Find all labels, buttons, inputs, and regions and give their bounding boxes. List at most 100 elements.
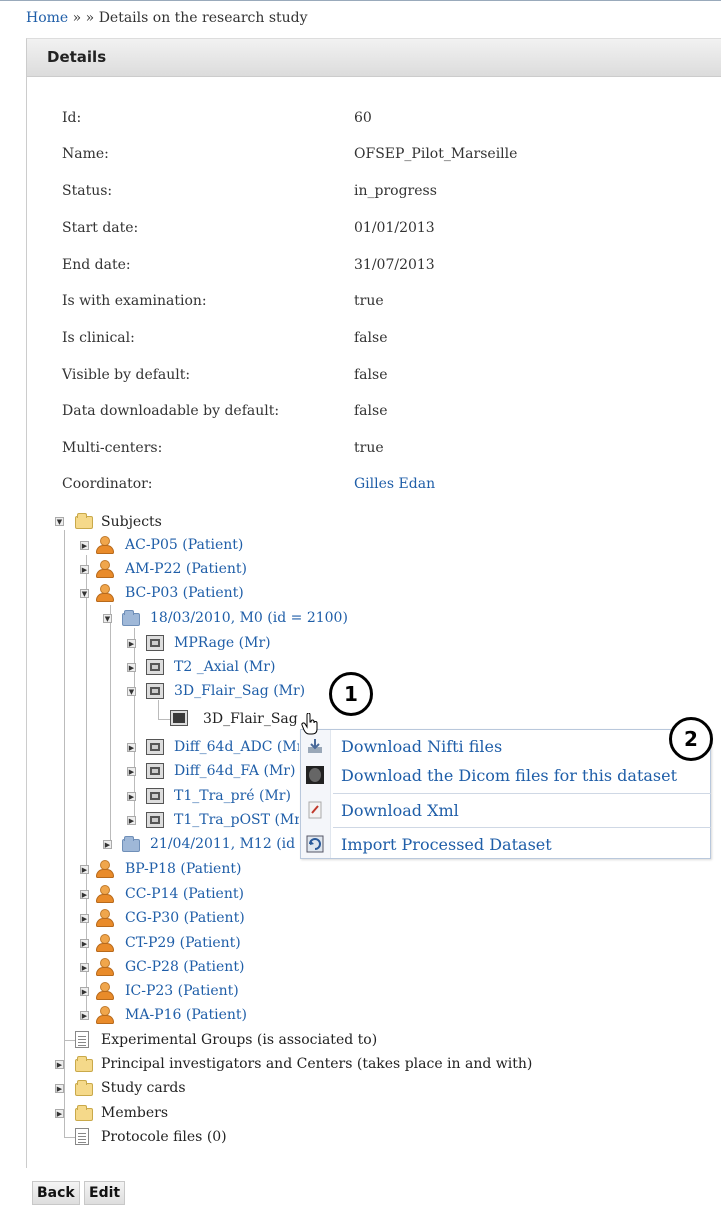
tree-label-patient[interactable]: AC-P05 (Patient) bbox=[125, 537, 243, 553]
tree-label-groups[interactable]: Experimental Groups (is associated to) bbox=[101, 1032, 377, 1048]
tree-node-examination[interactable]: ▶ 21/04/2011, M12 (id = 2101) bbox=[103, 834, 299, 854]
tree-node-series[interactable]: ▶ T1_Tra_pOST (Mr) bbox=[127, 810, 299, 830]
detail-label-multi-centers: Multi-centers: bbox=[62, 440, 163, 456]
expand-arrow-icon[interactable]: ▶ bbox=[80, 939, 89, 948]
tree-node-subjects[interactable]: ▼ Subjects bbox=[55, 512, 255, 532]
expand-arrow-icon[interactable]: ▶ bbox=[80, 987, 89, 996]
tree-node-series[interactable]: ▶ Diff_64d_ADC (Mr) bbox=[127, 737, 299, 757]
expand-arrow-icon[interactable]: ▶ bbox=[55, 1084, 64, 1093]
expand-arrow-icon[interactable]: ▶ bbox=[80, 541, 89, 550]
tree-label-patient[interactable]: GC-P28 (Patient) bbox=[125, 959, 244, 975]
expand-arrow-icon[interactable]: ▶ bbox=[127, 743, 136, 752]
expand-arrow-icon[interactable]: ▶ bbox=[80, 865, 89, 874]
tree-node-patient[interactable]: ▶ CC-P14 (Patient) bbox=[80, 884, 280, 904]
expand-arrow-icon[interactable]: ▶ bbox=[80, 565, 89, 574]
tree-label-members[interactable]: Members bbox=[101, 1105, 168, 1121]
expand-arrow-icon[interactable]: ▶ bbox=[55, 1060, 64, 1069]
collapse-arrow-icon[interactable]: ▼ bbox=[55, 517, 64, 526]
tree-node-study-cards[interactable]: ▶ Study cards bbox=[55, 1078, 255, 1098]
tree-node-experimental-groups[interactable]: Experimental Groups (is associated to) bbox=[75, 1030, 395, 1050]
tree-node-examination[interactable]: ▼ 18/03/2010, M0 (id = 2100) bbox=[103, 608, 363, 628]
menu-item-download-dicom[interactable]: Download the Dicom files for this datase… bbox=[301, 761, 710, 789]
expand-arrow-icon[interactable]: ▶ bbox=[80, 914, 89, 923]
image-icon bbox=[170, 710, 188, 726]
breadcrumb-home-link[interactable]: Home bbox=[26, 10, 68, 26]
tree-label-patient[interactable]: IC-P23 (Patient) bbox=[125, 983, 239, 999]
tree-label-patient[interactable]: MA-P16 (Patient) bbox=[125, 1007, 247, 1023]
patient-icon bbox=[95, 981, 115, 1001]
patient-icon bbox=[95, 559, 115, 579]
collapse-arrow-icon[interactable]: ▼ bbox=[80, 589, 89, 598]
tree-line-series bbox=[158, 700, 159, 720]
tree-node-patient[interactable]: ▶ GC-P28 (Patient) bbox=[80, 957, 280, 977]
patient-icon bbox=[95, 583, 115, 603]
tree-label-patient[interactable]: BC-P03 (Patient) bbox=[125, 585, 244, 601]
tree-label-protocol[interactable]: Protocole files (0) bbox=[101, 1129, 227, 1145]
tree-node-members[interactable]: ▶ Members bbox=[55, 1103, 255, 1123]
expand-arrow-icon[interactable]: ▶ bbox=[55, 1109, 64, 1118]
tree-line-dataset bbox=[158, 719, 170, 720]
folder-icon bbox=[122, 836, 140, 852]
tree-label-examination[interactable]: 18/03/2010, M0 (id = 2100) bbox=[150, 610, 348, 626]
collapse-arrow-icon[interactable]: ▼ bbox=[103, 614, 112, 623]
tree-label-patient[interactable]: BP-P18 (Patient) bbox=[125, 861, 241, 877]
back-button[interactable]: Back bbox=[32, 1181, 80, 1205]
collapse-arrow-icon[interactable]: ▼ bbox=[127, 687, 136, 696]
coordinator-link[interactable]: Gilles Edan bbox=[354, 476, 435, 492]
expand-arrow-icon[interactable]: ▶ bbox=[127, 639, 136, 648]
menu-item-import-processed[interactable]: Import Processed Dataset bbox=[301, 830, 710, 858]
tree-label-series[interactable]: 3D_Flair_Sag (Mr) bbox=[174, 683, 305, 699]
tree-node-patient[interactable]: ▶ CG-P30 (Patient) bbox=[80, 908, 280, 928]
expand-arrow-icon[interactable]: ▶ bbox=[103, 840, 112, 849]
tree-label-patient[interactable]: CC-P14 (Patient) bbox=[125, 886, 244, 902]
expand-arrow-icon[interactable]: ▶ bbox=[80, 1011, 89, 1020]
tree-node-patient[interactable]: ▶ IC-P23 (Patient) bbox=[80, 981, 280, 1001]
expand-arrow-icon[interactable]: ▶ bbox=[127, 792, 136, 801]
tree-node-patient[interactable]: ▶ AM-P22 (Patient) bbox=[80, 559, 280, 579]
tree-label-patient[interactable]: CG-P30 (Patient) bbox=[125, 910, 245, 926]
patient-icon bbox=[95, 884, 115, 904]
tree-node-series[interactable]: ▶ T1_Tra_pré (Mr) bbox=[127, 786, 299, 806]
menu-item-download-xml[interactable]: Download Xml bbox=[301, 796, 710, 824]
tree-label-examination[interactable]: 21/04/2011, M12 (id = 2101) bbox=[150, 836, 299, 852]
tree-label-study-cards[interactable]: Study cards bbox=[101, 1080, 186, 1096]
tree-label-series[interactable]: T2 _Axial (Mr) bbox=[174, 659, 275, 675]
tree-label-dataset[interactable]: 3D_Flair_Sag bbox=[203, 711, 298, 727]
tree-label-series[interactable]: T1_Tra_pOST (Mr) bbox=[174, 812, 299, 828]
expand-arrow-icon[interactable]: ▶ bbox=[127, 816, 136, 825]
tree-label-patient[interactable]: CT-P29 (Patient) bbox=[125, 935, 241, 951]
tree-node-protocol-files[interactable]: Protocole files (0) bbox=[75, 1127, 275, 1147]
tree-node-patient[interactable]: ▶ CT-P29 (Patient) bbox=[80, 933, 280, 953]
tree-node-patient[interactable]: ▼ BC-P03 (Patient) bbox=[80, 583, 280, 603]
expand-arrow-icon[interactable]: ▶ bbox=[127, 663, 136, 672]
tree-label-series[interactable]: Diff_64d_FA (Mr) bbox=[174, 763, 295, 779]
menu-item-label: Import Processed Dataset bbox=[341, 835, 552, 854]
detail-label-end-date: End date: bbox=[62, 257, 131, 273]
expand-arrow-icon[interactable]: ▶ bbox=[80, 963, 89, 972]
tree-node-series[interactable]: ▶ T2 _Axial (Mr) bbox=[127, 657, 327, 677]
expand-arrow-icon[interactable]: ▶ bbox=[127, 767, 136, 776]
tree-node-patient[interactable]: ▶ BP-P18 (Patient) bbox=[80, 859, 280, 879]
panel-title: Details bbox=[47, 48, 107, 66]
tree-node-series[interactable]: ▼ 3D_Flair_Sag (Mr) bbox=[127, 681, 327, 701]
tree-node-investigators[interactable]: ▶ Principal investigators and Centers (t… bbox=[55, 1054, 532, 1074]
document-icon bbox=[75, 1128, 89, 1145]
tree-label-series[interactable]: MPRage (Mr) bbox=[174, 635, 271, 651]
tree-node-patient[interactable]: ▶ MA-P16 (Patient) bbox=[80, 1005, 280, 1025]
tree-node-dataset[interactable]: 3D_Flair_Sag bbox=[170, 709, 300, 729]
tree-node-series[interactable]: ▶ MPRage (Mr) bbox=[127, 633, 327, 653]
menu-item-download-nifti[interactable]: Download Nifti files bbox=[301, 732, 710, 760]
detail-label-status: Status: bbox=[62, 183, 113, 199]
edit-button[interactable]: Edit bbox=[84, 1181, 126, 1205]
tree-label-series[interactable]: Diff_64d_ADC (Mr) bbox=[174, 739, 299, 755]
tree-label-investigators[interactable]: Principal investigators and Centers (tak… bbox=[101, 1056, 532, 1072]
menu-item-label: Download Nifti files bbox=[341, 737, 503, 756]
expand-arrow-icon[interactable]: ▶ bbox=[80, 890, 89, 899]
tree-node-series[interactable]: ▶ Diff_64d_FA (Mr) bbox=[127, 761, 299, 781]
breadcrumb-separator: » » bbox=[68, 10, 99, 26]
series-icon bbox=[146, 635, 164, 651]
tree-node-patient[interactable]: ▶ AC-P05 (Patient) bbox=[80, 535, 280, 555]
dicom-icon bbox=[306, 766, 324, 784]
tree-label-series[interactable]: T1_Tra_pré (Mr) bbox=[174, 788, 291, 804]
tree-label-patient[interactable]: AM-P22 (Patient) bbox=[125, 561, 247, 577]
